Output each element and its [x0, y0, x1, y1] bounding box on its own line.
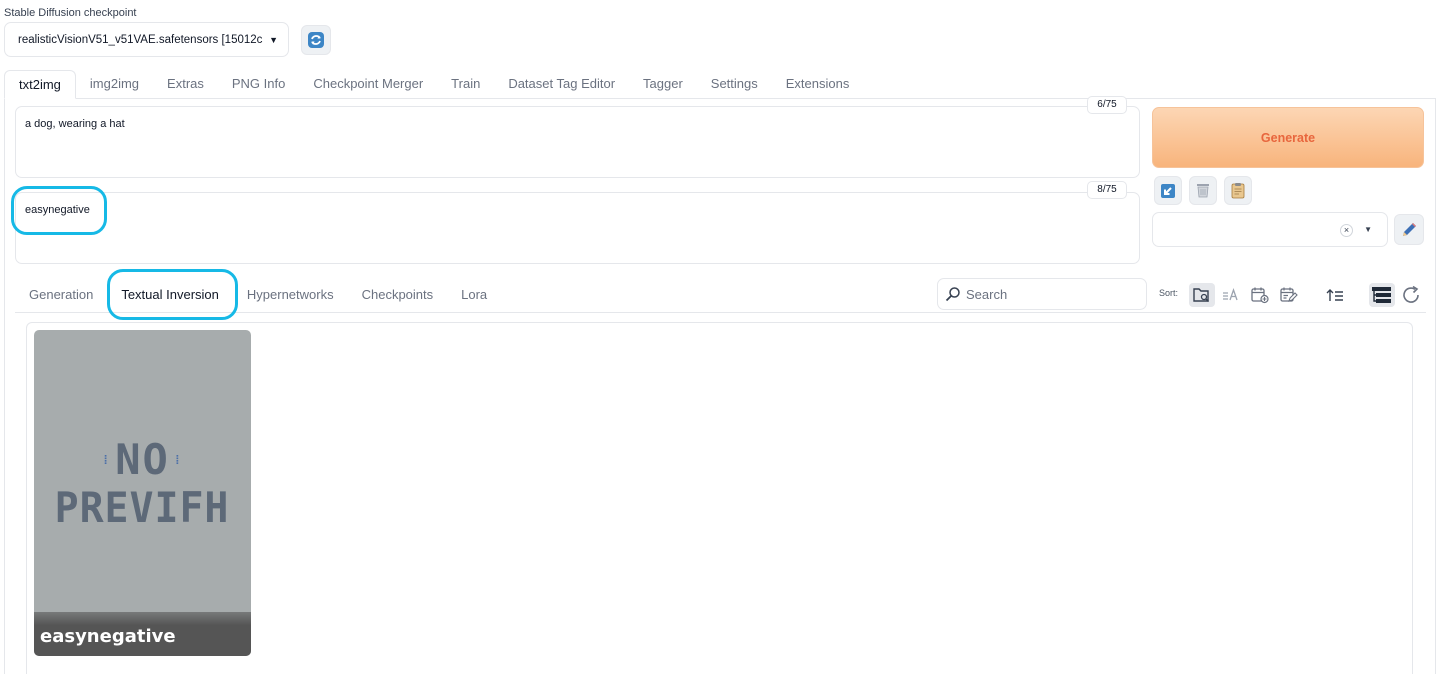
refresh-networks-button[interactable]: [1398, 283, 1424, 307]
tab-checkpoints[interactable]: Checkpoints: [348, 278, 448, 311]
clear-styles-icon[interactable]: ×: [1340, 224, 1353, 237]
prompt-textarea[interactable]: a dog, wearing a hat: [15, 106, 1140, 178]
checkpoint-dropdown[interactable]: realisticVisionV51_v51VAE.safetensors [1…: [4, 22, 289, 57]
read-params-button[interactable]: [1154, 176, 1182, 205]
negative-prompt-token-counter: 8/75: [1087, 181, 1127, 199]
preview-dot: ⁞: [102, 452, 112, 467]
sort-by-date-modified-button[interactable]: [1276, 283, 1302, 307]
panel-border: [1435, 98, 1436, 674]
refresh-icon: [308, 32, 324, 48]
calendar-add-icon: [1251, 287, 1269, 304]
tab-train[interactable]: Train: [437, 70, 494, 99]
edit-styles-button[interactable]: [1394, 214, 1424, 245]
negative-prompt-textarea[interactable]: easynegative: [15, 192, 1140, 264]
card-name: easynegative: [40, 626, 176, 647]
panel-border: [4, 98, 5, 674]
prompt-token-counter: 6/75: [1087, 96, 1127, 114]
extra-networks-tabs: Generation Textual Inversion Hypernetwor…: [15, 278, 501, 311]
tab-generation[interactable]: Generation: [15, 278, 107, 311]
generate-button[interactable]: Generate: [1152, 107, 1424, 168]
calendar-edit-icon: [1280, 287, 1298, 302]
extra-networks-divider: [15, 312, 1426, 313]
apply-styles-button[interactable]: [1224, 176, 1252, 205]
refresh-icon: [1403, 285, 1419, 303]
sort-by-date-created-button[interactable]: [1247, 283, 1273, 307]
refresh-checkpoint-button[interactable]: [301, 25, 331, 55]
sort-order-button[interactable]: [1322, 283, 1348, 307]
preview-text-line2: PREVIFH: [55, 482, 230, 532]
sort-label: Sort:: [1159, 288, 1179, 298]
search-icon: [945, 287, 960, 302]
tab-txt2img[interactable]: txt2img: [4, 70, 76, 99]
pencil-icon: [1403, 222, 1416, 236]
folder-search-icon: [1193, 288, 1209, 302]
sort-by-name-button[interactable]: [1218, 283, 1244, 307]
clear-prompt-button[interactable]: [1189, 176, 1217, 205]
sort-name-icon: [1223, 288, 1238, 301]
tab-textual-inversion[interactable]: Textual Inversion: [107, 278, 233, 311]
checkpoint-value: realisticVisionV51_v51VAE.safetensors [1…: [18, 33, 264, 46]
preview-dot: ⁞: [173, 452, 183, 467]
tab-settings[interactable]: Settings: [697, 70, 772, 99]
tab-lora[interactable]: Lora: [447, 278, 501, 311]
tab-dataset-tag-editor[interactable]: Dataset Tag Editor: [494, 70, 629, 99]
extra-networks-search[interactable]: [937, 278, 1147, 310]
tab-checkpoint-merger[interactable]: Checkpoint Merger: [299, 70, 437, 99]
tab-tagger[interactable]: Tagger: [629, 70, 697, 99]
sort-by-path-button[interactable]: [1189, 283, 1215, 307]
main-tabs: txt2img img2img Extras PNG Info Checkpoi…: [4, 70, 863, 99]
card-preview-image: ⁞ NO ⁞ PREVIFH: [34, 330, 251, 615]
tree-view-button[interactable]: [1369, 283, 1395, 307]
tab-extras[interactable]: Extras: [153, 70, 218, 99]
sort-ascending-icon: [1326, 289, 1343, 301]
tab-png-info[interactable]: PNG Info: [218, 70, 299, 99]
tree-view-icon: [1372, 287, 1391, 303]
chevron-down-icon: ▼: [269, 34, 278, 45]
tab-extensions[interactable]: Extensions: [772, 70, 864, 99]
tabs-divider: [4, 98, 1436, 99]
checkpoint-label: Stable Diffusion checkpoint: [4, 7, 137, 19]
search-input[interactable]: [966, 286, 1136, 302]
styles-dropdown[interactable]: × ▼: [1152, 212, 1388, 247]
clipboard-icon: [1231, 183, 1245, 199]
tab-hypernetworks[interactable]: Hypernetworks: [233, 278, 348, 311]
paste-arrow-icon: [1161, 183, 1175, 198]
network-card[interactable]: ⁞ NO ⁞ PREVIFH easynegative: [34, 330, 251, 656]
preview-text-line1: NO: [115, 434, 170, 484]
tab-img2img[interactable]: img2img: [76, 70, 153, 99]
trash-icon: [1197, 184, 1209, 198]
chevron-down-icon: ▼: [1364, 225, 1372, 234]
